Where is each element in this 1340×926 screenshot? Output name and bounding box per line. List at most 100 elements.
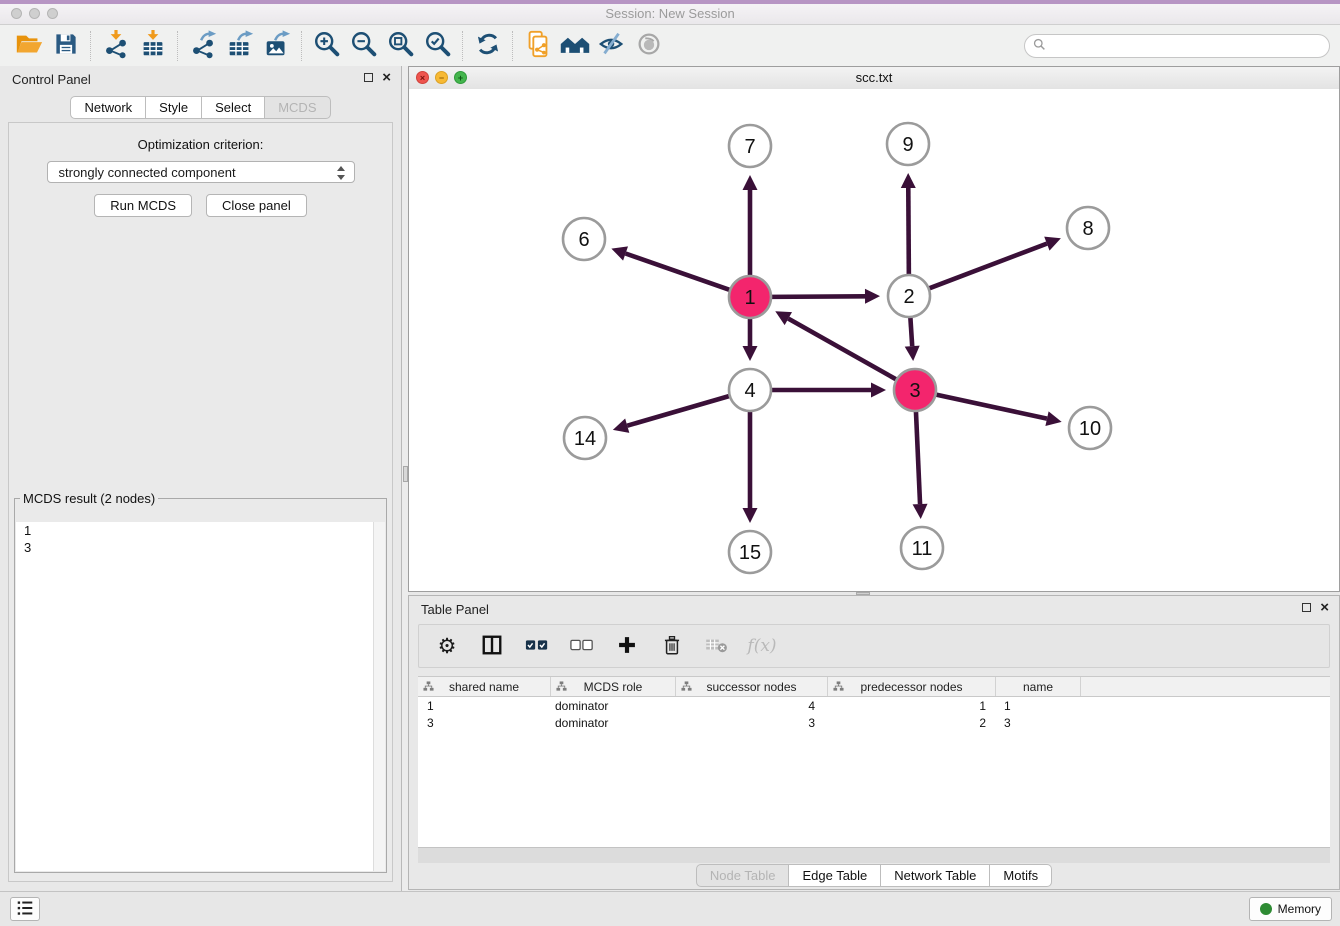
tab-network[interactable]: Network: [70, 96, 146, 119]
graph-edge-2-9[interactable]: [901, 173, 916, 275]
graph-node-14[interactable]: 14: [564, 417, 606, 459]
zoom-out-icon: [349, 29, 379, 62]
network-window-titlebar[interactable]: × − + scc.txt: [409, 67, 1339, 90]
tab-network-table[interactable]: Network Table: [881, 864, 990, 887]
export-network-button[interactable]: [184, 29, 221, 63]
table-cell: 1: [996, 699, 1081, 713]
svg-text:1: 1: [744, 287, 755, 309]
toolbar-separator: [177, 31, 178, 61]
column-header-predecessor-nodes[interactable]: predecessor nodes: [828, 677, 996, 696]
node-table: shared name MCDS role successor nodes pr…: [418, 676, 1330, 848]
delete-table-button[interactable]: [705, 634, 729, 658]
memory-button[interactable]: Memory: [1249, 897, 1332, 921]
export-table-icon: [225, 29, 255, 62]
graph-edge-3-11[interactable]: [913, 411, 928, 519]
graph-edge-3-10[interactable]: [936, 394, 1062, 426]
graph-node-9[interactable]: 9: [887, 123, 929, 165]
close-panel-icon[interactable]: ×: [382, 72, 391, 83]
import-table-button[interactable]: [134, 29, 171, 63]
save-session-button[interactable]: [47, 29, 84, 63]
delete-row-button[interactable]: [660, 634, 684, 658]
table-settings-button[interactable]: ⚙: [435, 634, 459, 658]
apply-layout-button[interactable]: [469, 29, 506, 63]
criterion-dropdown[interactable]: strongly connected component: [47, 161, 355, 183]
memory-label: Memory: [1278, 902, 1321, 916]
table-body[interactable]: 1dominator4113dominator323: [418, 697, 1330, 848]
show-columns-button[interactable]: [480, 634, 504, 658]
result-scrollbar[interactable]: [373, 522, 385, 871]
graph-node-1[interactable]: 1: [729, 276, 771, 318]
column-header-successor-nodes[interactable]: successor nodes: [676, 677, 828, 696]
search-input[interactable]: [1051, 38, 1321, 54]
task-history-button[interactable]: [10, 897, 40, 921]
graph-edge-4-3[interactable]: [771, 383, 886, 398]
function-builder-button[interactable]: f(x): [750, 634, 774, 658]
open-session-button[interactable]: [10, 29, 47, 63]
column-header-shared-name[interactable]: shared name: [418, 677, 551, 696]
graph-edge-1-7[interactable]: [743, 175, 758, 276]
graph-node-7[interactable]: 7: [729, 125, 771, 167]
svg-text:15: 15: [739, 542, 761, 564]
graph-edge-3-1[interactable]: [775, 311, 896, 379]
table-header-row[interactable]: shared name MCDS role successor nodes pr…: [418, 676, 1330, 697]
show-all-button[interactable]: [630, 29, 667, 63]
tab-style[interactable]: Style: [146, 96, 202, 119]
float-panel-icon[interactable]: [364, 73, 373, 82]
zoom-out-button[interactable]: [345, 29, 382, 63]
graph-edge-2-3[interactable]: [905, 317, 920, 361]
refresh-icon: [474, 30, 502, 61]
export-image-button[interactable]: [258, 29, 295, 63]
select-all-button[interactable]: [525, 634, 549, 658]
toolbar-separator: [90, 31, 91, 61]
table-cell: 1: [418, 699, 551, 713]
search-box[interactable]: [1024, 34, 1330, 58]
gear-icon: ⚙: [438, 636, 457, 657]
tab-select[interactable]: Select: [202, 96, 265, 119]
graph-node-4[interactable]: 4: [729, 369, 771, 411]
add-row-button[interactable]: [615, 634, 639, 658]
tab-motifs[interactable]: Motifs: [990, 864, 1052, 887]
mcds-result-list[interactable]: 13: [16, 522, 385, 871]
run-mcds-button[interactable]: Run MCDS: [94, 194, 192, 217]
hide-selected-button[interactable]: [593, 29, 630, 63]
clone-network-button[interactable]: [519, 29, 556, 63]
graph-node-6[interactable]: 6: [563, 218, 605, 260]
table-row[interactable]: 1dominator411: [418, 697, 1330, 714]
first-neighbors-button[interactable]: [556, 29, 593, 63]
graph-node-3[interactable]: 3: [894, 369, 936, 411]
control-panel-header: Control Panel ×: [0, 66, 401, 94]
column-header-mcds-role[interactable]: MCDS role: [551, 677, 676, 696]
network-canvas[interactable]: 1 2 3 4 6 7 8 9 10 11 14 15: [409, 89, 1339, 591]
zoom-in-button[interactable]: [308, 29, 345, 63]
graph-node-2[interactable]: 2: [888, 275, 930, 317]
export-table-button[interactable]: [221, 29, 258, 63]
close-panel-button[interactable]: Close panel: [206, 194, 307, 217]
column-header-name[interactable]: name: [996, 677, 1081, 696]
table-horizontal-scrollbar[interactable]: [418, 847, 1330, 863]
zoom-fit-button[interactable]: [382, 29, 419, 63]
mcds-result-line: 3: [16, 539, 385, 556]
graph-node-11[interactable]: 11: [901, 527, 943, 569]
mcds-result-line: 1: [16, 522, 385, 539]
tab-node-table[interactable]: Node Table: [696, 864, 790, 887]
zoom-selected-button[interactable]: [419, 29, 456, 63]
tab-mcds[interactable]: MCDS: [265, 96, 330, 119]
graph-edge-2-8[interactable]: [929, 237, 1061, 289]
graph-node-8[interactable]: 8: [1067, 207, 1109, 249]
graph-edge-1-6[interactable]: [611, 246, 730, 290]
graph-edge-4-15[interactable]: [743, 411, 758, 523]
window-title: Session: New Session: [0, 6, 1340, 21]
graph-edge-1-2[interactable]: [771, 289, 880, 304]
graph-node-10[interactable]: 10: [1069, 407, 1111, 449]
graph-edge-1-4[interactable]: [743, 318, 758, 361]
dropdown-stepper-icon: [337, 165, 346, 181]
import-network-button[interactable]: [97, 29, 134, 63]
deselect-all-button[interactable]: [570, 634, 594, 658]
table-row[interactable]: 3dominator323: [418, 714, 1330, 731]
svg-text:7: 7: [744, 136, 755, 158]
float-table-panel-icon[interactable]: [1302, 603, 1311, 612]
close-table-panel-icon[interactable]: ×: [1320, 602, 1329, 613]
graph-edge-4-14[interactable]: [613, 396, 730, 433]
graph-node-15[interactable]: 15: [729, 531, 771, 573]
tab-edge-table[interactable]: Edge Table: [789, 864, 881, 887]
